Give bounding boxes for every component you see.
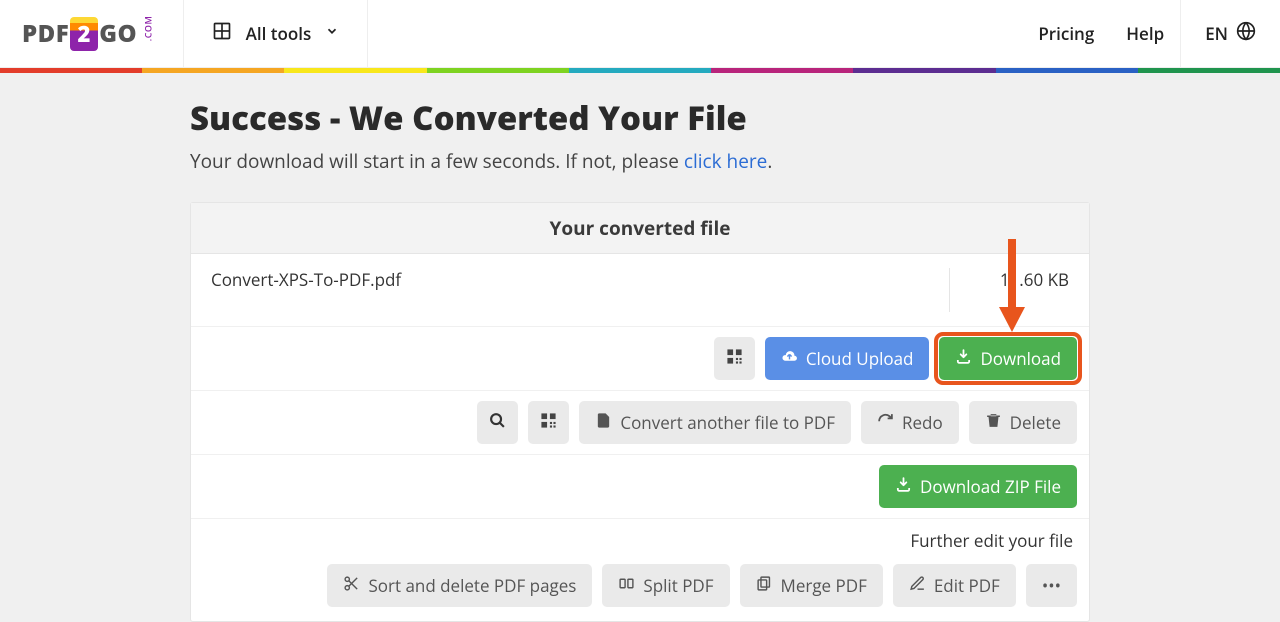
qr-code-button[interactable] [714, 337, 755, 380]
globe-icon [1236, 21, 1256, 46]
logo-text-go: GO [99, 17, 137, 50]
pricing-link[interactable]: Pricing [1022, 22, 1110, 45]
redo-icon [877, 411, 894, 434]
secondary-action-row: Convert another file to PDF Redo Delete [191, 391, 1089, 455]
download-button[interactable]: Download [939, 337, 1077, 380]
logo-2-icon: 2 [70, 17, 98, 51]
top-bar: PDF 2 GO .COM All tools Pricing Help EN [0, 0, 1280, 68]
logo-text-pdf: PDF [22, 17, 69, 50]
language-label: EN [1205, 22, 1228, 45]
grid-icon [212, 21, 232, 46]
download-highlight: Download [939, 337, 1077, 380]
zip-row: Download ZIP File [191, 455, 1089, 519]
nav-right: Pricing Help EN [1022, 0, 1280, 67]
language-switch[interactable]: EN [1180, 0, 1280, 67]
more-icon: ••• [1042, 574, 1061, 597]
further-edit-label: Further edit your file [191, 519, 1089, 558]
sort-pages-button[interactable]: Sort and delete PDF pages [327, 564, 592, 607]
convert-another-button[interactable]: Convert another file to PDF [579, 401, 851, 444]
panel-header: Your converted file [191, 203, 1089, 254]
logo-dotcom: .COM [141, 16, 154, 42]
main-content: Success - We Converted Your File Your do… [190, 73, 1090, 622]
redo-button[interactable]: Redo [861, 401, 959, 444]
help-link[interactable]: Help [1110, 22, 1180, 45]
download-icon [895, 475, 912, 498]
download-icon [955, 347, 972, 370]
rainbow-strip [0, 68, 1280, 73]
file-row: Convert-XPS-To-PDF.pdf 11.60 KB [191, 254, 1089, 327]
qr-icon [540, 411, 557, 434]
cloud-upload-button[interactable]: Cloud Upload [765, 337, 930, 380]
edit-pdf-button[interactable]: Edit PDF [893, 564, 1016, 607]
search-icon [489, 411, 506, 434]
scissors-icon [343, 574, 360, 597]
split-pdf-button[interactable]: Split PDF [602, 564, 729, 607]
logo[interactable]: PDF 2 GO .COM [0, 0, 184, 67]
split-icon [618, 574, 635, 597]
qr-code-button-2[interactable] [528, 401, 569, 444]
merge-pdf-button[interactable]: Merge PDF [740, 564, 883, 607]
merge-icon [756, 574, 773, 597]
result-panel: Your converted file Convert-XPS-To-PDF.p… [190, 202, 1090, 622]
download-zip-button[interactable]: Download ZIP File [879, 465, 1077, 508]
all-tools-label: All tools [246, 22, 312, 45]
cloud-upload-icon [781, 347, 798, 370]
file-size: 11.60 KB [950, 268, 1069, 312]
search-button[interactable] [477, 401, 518, 444]
all-tools-menu[interactable]: All tools [184, 0, 369, 67]
page-subtitle: Your download will start in a few second… [190, 148, 1090, 174]
qr-icon [726, 347, 743, 370]
page-title: Success - We Converted Your File [190, 95, 1090, 140]
file-icon [595, 411, 612, 434]
edit-tools-row: Sort and delete PDF pages Split PDF Merg… [191, 558, 1089, 621]
primary-action-row: Cloud Upload Download [191, 327, 1089, 391]
chevron-down-icon [325, 24, 339, 43]
file-name: Convert-XPS-To-PDF.pdf [211, 268, 949, 312]
edit-icon [909, 574, 926, 597]
more-button[interactable]: ••• [1026, 564, 1077, 607]
delete-button[interactable]: Delete [969, 401, 1077, 444]
trash-icon [985, 411, 1002, 434]
click-here-link[interactable]: click here [684, 148, 767, 174]
